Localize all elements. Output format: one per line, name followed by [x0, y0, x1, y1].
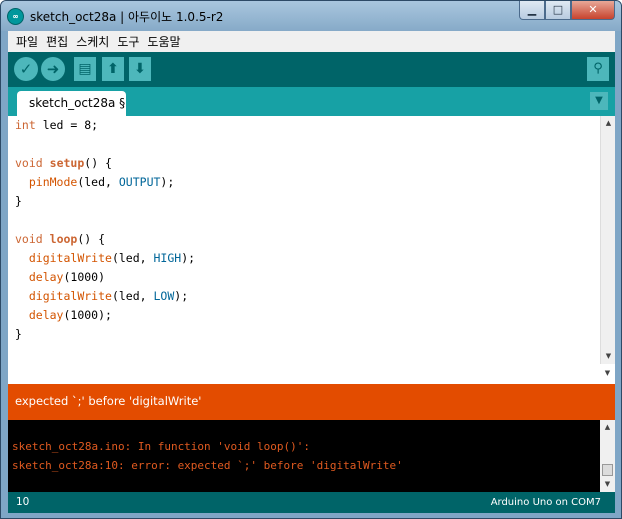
menu-tools[interactable]: 도구	[113, 33, 143, 50]
menu-file[interactable]: 파일	[12, 33, 42, 50]
title-bar[interactable]: ∞ sketch_oct28a | 아두이노 1.0.5-r2 ▁ □ ✕	[1, 1, 621, 31]
code-line: }	[15, 325, 195, 344]
toolbar: ✓ ➜ ▤ ⬆ ⬇ ⚲	[8, 52, 615, 87]
code-token: void	[15, 232, 43, 246]
code-token: (led,	[77, 175, 119, 189]
code-token: delay	[28, 270, 64, 284]
error-message-bar: expected `;' before 'digitalWrite'	[8, 384, 615, 417]
arduino-ide-window: ∞ sketch_oct28a | 아두이노 1.0.5-r2 ▁ □ ✕ 파일…	[0, 0, 622, 519]
code-line: delay(1000)	[15, 268, 195, 287]
code-line: digitalWrite(led, HIGH);	[15, 249, 195, 268]
close-button[interactable]: ✕	[571, 1, 615, 20]
code-token: () {	[77, 232, 106, 246]
new-sketch-icon[interactable]: ▤	[74, 57, 96, 81]
upload-icon[interactable]: ➜	[41, 57, 65, 81]
code-token: loop	[49, 232, 78, 246]
code-lines: int led = 8; void setup() { pinMode(led, …	[15, 116, 195, 344]
code-line: digitalWrite(led, LOW);	[15, 287, 195, 306]
code-line: void loop() {	[15, 230, 195, 249]
console-scroll-up-icon[interactable]: ▲	[600, 420, 615, 435]
menu-help[interactable]: 도움말	[143, 33, 184, 50]
code-token: }	[15, 194, 22, 208]
code-token: setup	[49, 156, 85, 170]
scroll-up-icon[interactable]: ▲	[601, 116, 616, 131]
minimize-button[interactable]: ▁	[519, 1, 545, 20]
code-line: pinMode(led, OUTPUT);	[15, 173, 195, 192]
console-line: sketch_oct28a:10: error: expected `;' be…	[12, 459, 403, 472]
code-token: void	[15, 156, 43, 170]
code-token: HIGH	[153, 251, 182, 265]
console-scroll-thumb[interactable]	[602, 464, 613, 476]
code-line: }	[15, 192, 195, 211]
editor-bottom-strip: ▼	[8, 364, 615, 384]
maximize-button[interactable]: □	[545, 1, 571, 20]
code-token: );	[181, 251, 196, 265]
console-lines: sketch_oct28a.ino: In function 'void loo…	[12, 437, 403, 475]
menu-bar: 파일 편집 스케치 도구 도움말	[8, 31, 615, 52]
open-sketch-icon[interactable]: ⬆	[102, 57, 124, 81]
code-token: delay	[28, 308, 64, 322]
code-line: int led = 8;	[15, 116, 195, 135]
code-token: digitalWrite	[28, 251, 112, 265]
scroll-down-icon[interactable]: ▼	[601, 349, 616, 364]
tab-bar: sketch_oct28a § ▼	[8, 87, 615, 116]
code-editor[interactable]: int led = 8; void setup() { pinMode(led, …	[8, 116, 615, 364]
console-scroll-down-icon[interactable]: ▼	[600, 477, 615, 492]
error-message: expected `;' before 'digitalWrite'	[15, 394, 202, 408]
tab-menu-chevron-down-icon[interactable]: ▼	[590, 92, 608, 110]
scroll-down-end-icon[interactable]: ▼	[600, 366, 615, 381]
menu-edit[interactable]: 편집	[42, 33, 72, 50]
code-token: );	[160, 175, 175, 189]
status-bar: 10 Arduino Uno on COM7	[8, 492, 615, 513]
code-token: digitalWrite	[28, 289, 112, 303]
code-line: void setup() {	[15, 154, 195, 173]
menu-sketch[interactable]: 스케치	[72, 33, 113, 50]
save-sketch-icon[interactable]: ⬇	[129, 57, 151, 81]
code-token: LOW	[153, 289, 175, 303]
window-title: sketch_oct28a | 아두이노 1.0.5-r2	[30, 10, 224, 24]
cursor-line-number: 10	[16, 496, 30, 508]
board-port-label: Arduino Uno on COM7	[490, 497, 601, 508]
output-console[interactable]: sketch_oct28a.ino: In function 'void loo…	[8, 420, 615, 492]
verify-icon[interactable]: ✓	[14, 57, 38, 81]
code-token: (led,	[111, 251, 154, 265]
code-token: led = 8;	[35, 118, 99, 132]
code-token: );	[174, 289, 189, 303]
code-token: (led,	[111, 289, 154, 303]
tab-sketch-oct28a[interactable]: sketch_oct28a §	[17, 91, 126, 116]
arduino-logo-icon: ∞	[7, 8, 24, 25]
code-token: (1000)	[63, 270, 106, 284]
code-token: int	[15, 118, 36, 132]
window-controls: ▁ □ ✕	[519, 1, 615, 21]
console-line: sketch_oct28a.ino: In function 'void loo…	[12, 440, 311, 453]
code-token: () {	[84, 156, 112, 170]
code-token: pinMode	[28, 175, 78, 189]
code-line: delay(1000);	[15, 306, 195, 325]
serial-monitor-icon[interactable]: ⚲	[587, 57, 609, 81]
code-token: }	[15, 327, 22, 341]
console-vertical-scrollbar[interactable]: ▲ ▼	[600, 420, 615, 492]
code-token: (1000);	[63, 308, 112, 322]
code-token: OUTPUT	[118, 175, 161, 189]
editor-vertical-scrollbar[interactable]: ▲ ▼	[600, 116, 615, 364]
